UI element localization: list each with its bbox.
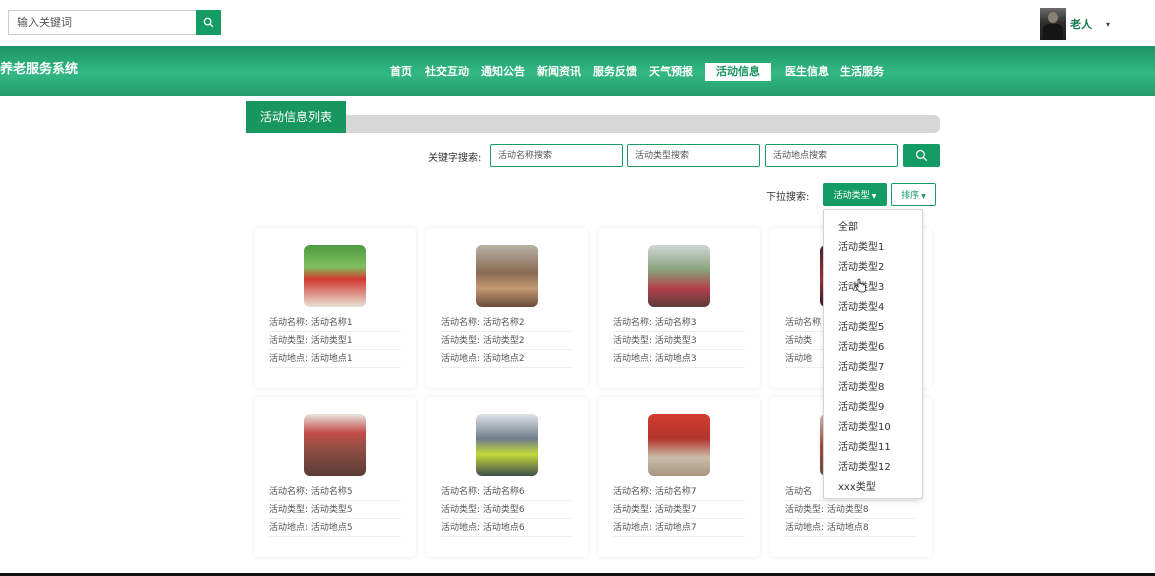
activity-location: 活动地点: 活动地点8 <box>785 519 917 537</box>
global-search-input[interactable] <box>8 10 196 35</box>
dropdown-option[interactable]: 活动类型1 <box>838 238 884 253</box>
activity-card[interactable]: 活动名称: 活动名称2 活动类型: 活动类型2 活动地点: 活动地点2 <box>426 228 588 388</box>
dropdown-option[interactable]: 活动类型9 <box>838 398 884 413</box>
activity-location: 活动地点: 活动地点2 <box>441 350 573 368</box>
site-brand: 养老服务系统 <box>0 62 79 77</box>
user-menu[interactable]: 老人 ▾ <box>1040 8 1110 40</box>
activity-location: 活动地点: 活动地点5 <box>269 519 401 537</box>
dropdown-option[interactable]: 活动类型2 <box>838 258 884 273</box>
top-bar: 老人 ▾ <box>0 0 1155 46</box>
nav-item-notice[interactable]: 通知公告 <box>481 63 525 81</box>
dropdown-search-label: 下拉搜索: <box>766 192 810 203</box>
activity-photo <box>648 414 710 476</box>
activity-type: 活动类型: 活动类型8 <box>785 501 917 519</box>
activity-photo <box>304 414 366 476</box>
nav-item-home[interactable]: 首页 <box>390 63 412 81</box>
page-title: 活动信息列表 <box>246 101 346 133</box>
search-icon <box>203 17 214 28</box>
search-icon <box>915 149 928 162</box>
activity-name: 活动名称: 活动名称3 <box>613 314 745 332</box>
nav-item-activity[interactable]: 活动信息 <box>705 63 771 81</box>
main-navbar: 养老服务系统 首页 社交互动 通知公告 新闻资讯 服务反馈 天气预报 活动信息 … <box>0 46 1155 96</box>
dropdown-option-all[interactable]: 全部 <box>838 218 858 233</box>
activity-name: 活动名称: 活动名称7 <box>613 483 745 501</box>
dropdown-option[interactable]: xxx类型 <box>838 478 876 493</box>
nav-item-news[interactable]: 新闻资讯 <box>537 63 581 81</box>
activity-name: 活动名称: 活动名称6 <box>441 483 573 501</box>
activity-photo <box>648 245 710 307</box>
nav-item-life-service[interactable]: 生活服务 <box>840 63 884 81</box>
activity-photo <box>304 245 366 307</box>
activity-card[interactable]: 活动名称: 活动名称6 活动类型: 活动类型6 活动地点: 活动地点6 <box>426 397 588 557</box>
activity-card[interactable]: 活动名称: 活动名称3 活动类型: 活动类型3 活动地点: 活动地点3 <box>598 228 760 388</box>
activity-location: 活动地点: 活动地点6 <box>441 519 573 537</box>
chevron-down-icon[interactable]: ▾ <box>1106 20 1110 29</box>
dropdown-option[interactable]: 活动类型10 <box>838 418 891 433</box>
global-search-button[interactable] <box>196 10 221 35</box>
keyword-search-label: 关键字搜索: <box>428 153 482 164</box>
activity-type: 活动类型: 活动类型7 <box>613 501 745 519</box>
activity-type: 活动类型: 活动类型6 <box>441 501 573 519</box>
dropdown-option[interactable]: 活动类型6 <box>838 338 884 353</box>
activity-location: 活动地点: 活动地点7 <box>613 519 745 537</box>
activity-name: 活动名称: 活动名称2 <box>441 314 573 332</box>
nav-item-doctor[interactable]: 医生信息 <box>785 63 829 81</box>
activity-type: 活动类型: 活动类型3 <box>613 332 745 350</box>
dropdown-option[interactable]: 活动类型8 <box>838 378 884 393</box>
activity-type: 活动类型: 活动类型5 <box>269 501 401 519</box>
activity-name: 活动名称: 活动名称5 <box>269 483 401 501</box>
activity-type-dropdown-label: 活动类型 <box>833 191 870 201</box>
dropdown-option[interactable]: 活动类型5 <box>838 318 884 333</box>
activity-card[interactable]: 活动名称: 活动名称5 活动类型: 活动类型5 活动地点: 活动地点5 <box>254 397 416 557</box>
activity-type-search-input[interactable] <box>627 144 760 167</box>
sort-dropdown-label: 排序 <box>901 191 920 201</box>
list-title-bar <box>246 115 940 133</box>
caret-down-icon: ▼ <box>921 193 926 200</box>
activity-card[interactable]: 活动名称: 活动名称7 活动类型: 活动类型7 活动地点: 活动地点7 <box>598 397 760 557</box>
activity-name: 活动名称: 活动名称1 <box>269 314 401 332</box>
activity-photo <box>476 414 538 476</box>
dropdown-option[interactable]: 活动类型4 <box>838 298 884 313</box>
activity-location-search-input[interactable] <box>765 144 898 167</box>
keyword-search-button[interactable] <box>903 144 940 167</box>
sort-dropdown-button[interactable]: 排序 ▼ <box>891 183 936 206</box>
nav-item-feedback[interactable]: 服务反馈 <box>593 63 637 81</box>
nav-item-social[interactable]: 社交互动 <box>425 63 469 81</box>
activity-photo <box>476 245 538 307</box>
caret-down-icon: ▼ <box>871 193 877 200</box>
activity-type-dropdown-menu: 全部 活动类型1 活动类型2 活动类型3 活动类型4 活动类型5 活动类型6 活… <box>823 209 923 499</box>
nav-item-weather[interactable]: 天气预报 <box>649 63 693 81</box>
activity-location: 活动地点: 活动地点1 <box>269 350 401 368</box>
activity-card[interactable]: 活动名称: 活动名称1 活动类型: 活动类型1 活动地点: 活动地点1 <box>254 228 416 388</box>
user-name: 老人 <box>1070 18 1092 31</box>
mouse-pointer-icon <box>855 278 866 293</box>
activity-type: 活动类型: 活动类型2 <box>441 332 573 350</box>
dropdown-option[interactable]: 活动类型12 <box>838 458 891 473</box>
dropdown-option[interactable]: 活动类型7 <box>838 358 884 373</box>
activity-location: 活动地点: 活动地点3 <box>613 350 745 368</box>
avatar <box>1040 8 1066 40</box>
activity-name-search-input[interactable] <box>490 144 623 167</box>
dropdown-option[interactable]: 活动类型11 <box>838 438 891 453</box>
activity-type: 活动类型: 活动类型1 <box>269 332 401 350</box>
activity-type-dropdown-button[interactable]: 活动类型 ▼ <box>823 183 887 206</box>
